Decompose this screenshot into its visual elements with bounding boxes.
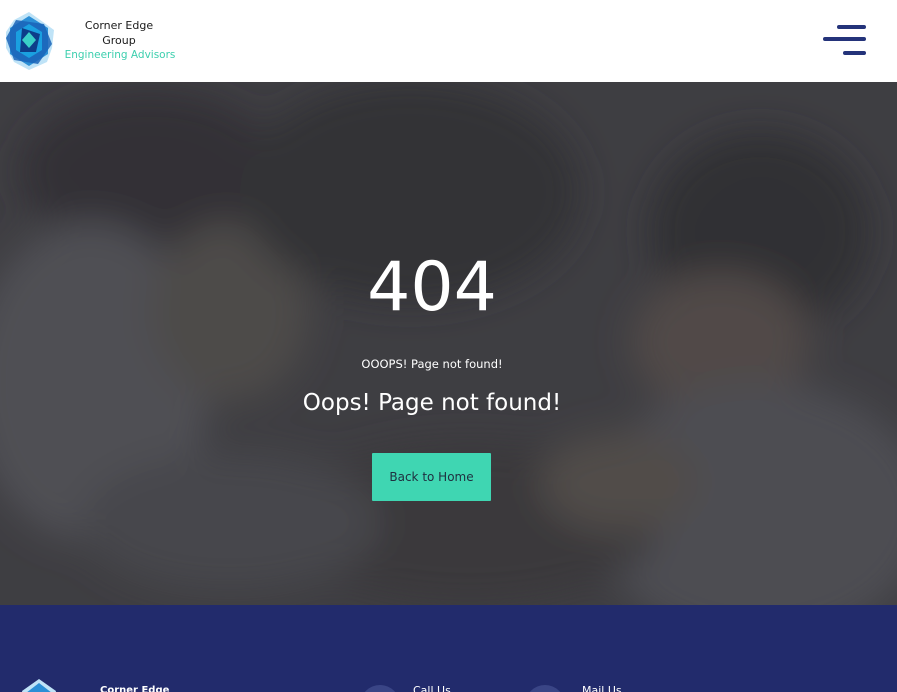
back-to-home-button[interactable]: Back to Home xyxy=(372,453,491,501)
phone-icon[interactable] xyxy=(360,685,400,692)
footer-brand-name[interactable]: Corner Edge xyxy=(100,684,169,692)
menu-line xyxy=(843,51,866,55)
menu-line xyxy=(823,37,866,41)
error-title: Oops! Page not found! xyxy=(302,390,562,416)
mail-icon[interactable] xyxy=(525,685,565,692)
blurred-background-image xyxy=(0,82,897,605)
menu-line xyxy=(837,25,866,29)
brand-tagline: Engineering Advisors xyxy=(64,49,176,61)
hamburger-menu-icon[interactable] xyxy=(820,22,868,60)
error-subtitle: OOOPS! Page not found! xyxy=(361,357,503,371)
mail-us-label[interactable]: Mail Us xyxy=(582,684,622,692)
error-code: 404 xyxy=(367,248,497,327)
site-header: Corner Edge Group Engineering Advisors xyxy=(0,0,897,82)
call-us-label[interactable]: Call Us xyxy=(413,684,451,692)
brand-name[interactable]: Corner Edge Group xyxy=(70,18,168,48)
star-polygon-logo-icon[interactable] xyxy=(2,10,56,72)
site-footer: Corner Edge Call Us Mail Us xyxy=(0,605,897,692)
footer-logo-icon[interactable] xyxy=(16,677,62,692)
error-hero: 404 OOOPS! Page not found! Oops! Page no… xyxy=(0,82,897,605)
